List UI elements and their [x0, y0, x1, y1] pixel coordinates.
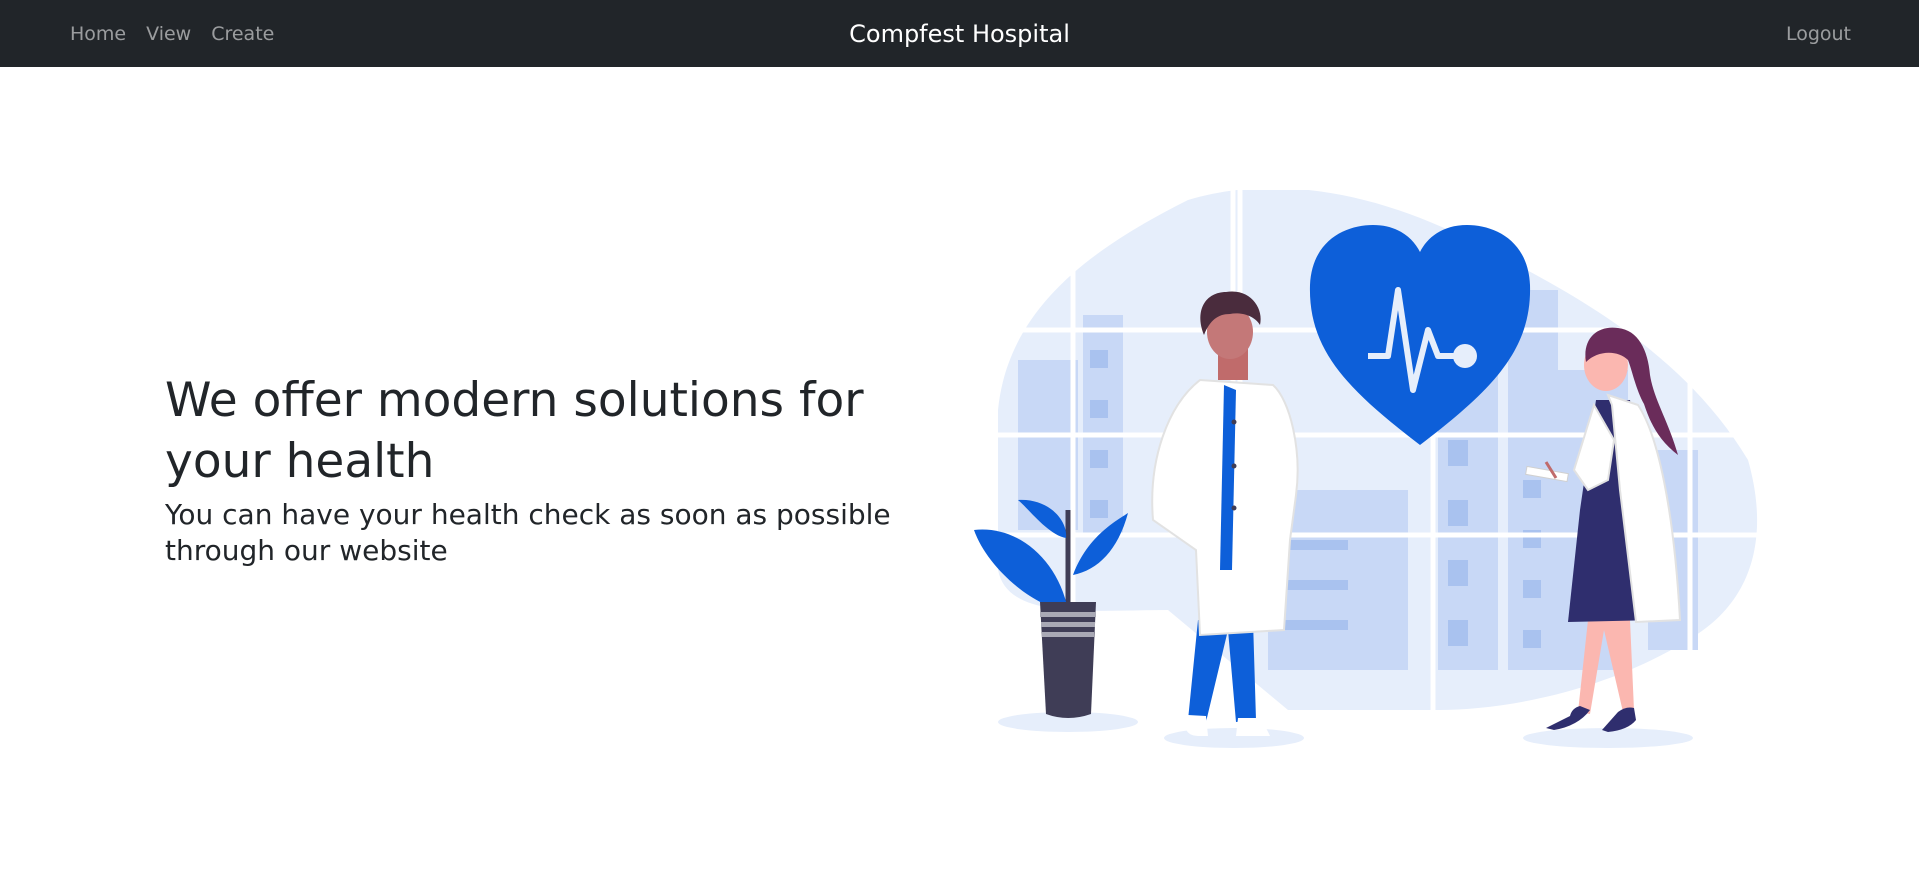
- nav-link-view[interactable]: View: [146, 23, 191, 45]
- nav-links: Home View Create: [70, 0, 294, 67]
- hero-title: We offer modern solutions for your healt…: [165, 373, 864, 489]
- hero-illustration: [974, 190, 1758, 748]
- hero-subtitle: You can have your health check as soon a…: [165, 498, 891, 567]
- logout-link[interactable]: Logout: [1786, 0, 1851, 67]
- nav-link-create[interactable]: Create: [211, 23, 274, 45]
- nav-link-home[interactable]: Home: [70, 23, 126, 45]
- top-navbar: Home View Create Compfest Hospital Logou…: [0, 0, 1919, 67]
